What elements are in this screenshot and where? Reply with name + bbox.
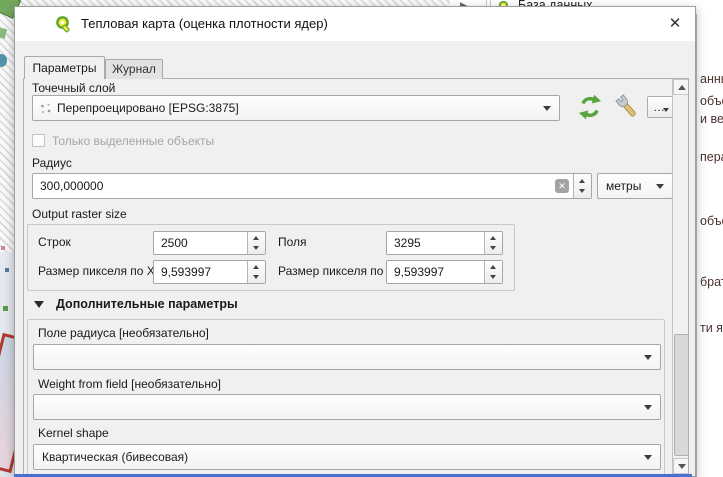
vertical-scrollbar[interactable] [672,79,689,477]
qgis-icon [55,15,73,38]
kernel-shape-label: Kernel shape [38,426,109,440]
scroll-down-button[interactable] [673,458,689,474]
tab-parameters[interactable]: Параметры [24,56,105,79]
spin-buttons[interactable] [247,261,265,283]
advanced-params-header[interactable]: Дополнительные параметры [32,297,432,315]
spin-buttons[interactable] [484,232,502,254]
collapse-triangle-icon [34,301,44,308]
radius-value: 300,000000 [40,179,103,193]
map-feature-dot [5,268,9,272]
browse-dots-button[interactable]: … [647,96,673,118]
clear-icon[interactable]: ✕ [555,179,569,193]
arrow-down-icon [678,464,686,469]
selected-only-row: Только выделенные объекты [24,133,324,149]
advanced-params-title: Дополнительные параметры [56,297,238,311]
clipped-text: анны [700,72,723,86]
pixel-x-label: Размер пикселя по X [38,264,155,278]
chevron-down-icon [644,455,652,460]
iterate-button[interactable] [576,93,604,121]
kernel-shape-value: Квартическая (бивесовая) [42,450,188,464]
chevron-down-icon [663,108,669,112]
close-icon[interactable]: ✕ [663,12,687,36]
radius-spinbox[interactable]: 300,000000 ✕ [32,173,592,199]
selected-only-checkbox[interactable] [32,134,45,147]
rows-spinbox[interactable]: 2500 [153,231,266,255]
rows-label: Строк [38,235,71,249]
pixel-y-spinbox[interactable]: 9,593997 [386,260,503,284]
scroll-up-button[interactable] [673,79,689,95]
chevron-down-icon [656,184,664,189]
map-feature-dot [3,306,8,311]
scrollbar-thumb[interactable] [674,334,689,456]
radius-units-value: метры [606,179,641,193]
cols-label: Поля [278,235,307,249]
cols-value: 3295 [394,236,421,250]
spin-buttons[interactable] [573,174,591,198]
heatmap-kde-dialog: Тепловая карта (оценка плотности ядер) ✕… [14,6,696,477]
chevron-down-icon [543,106,551,111]
radius-field-label: Поле радиуса [необязательно] [38,326,209,340]
clipped-text: пера [700,150,723,164]
radius-label: Радиус [32,156,72,170]
clipped-text: и ве [700,112,723,126]
spin-buttons[interactable] [484,261,502,283]
point-layer-select[interactable]: Перепроецировано [EPSG:3875] [32,95,560,121]
chevron-down-icon [644,355,652,360]
background-panel-right: анны объе и ве пера объе брат ти я [696,0,723,477]
selected-only-label: Только выделенные объекты [52,134,214,148]
clipped-text: объе [700,214,723,228]
pixel-x-spinbox[interactable]: 9,593997 [153,260,266,284]
rows-value: 2500 [161,236,188,250]
radius-field-select[interactable] [33,344,661,370]
spin-buttons[interactable] [247,232,265,254]
dialog-title: Тепловая карта (оценка плотности ядер) [81,16,328,31]
clipped-text: ти я [700,321,723,335]
chevron-down-icon [644,405,652,410]
pixel-x-value: 9,593997 [161,265,211,279]
map-feature-dot [1,246,5,250]
radius-units-select[interactable]: метры [597,173,673,199]
pixel-y-value: 9,593997 [394,265,444,279]
clipped-text: объе [700,94,723,108]
wrench-icon-button[interactable] [613,93,641,121]
point-layer-icon [40,103,52,118]
screen: анны объе и ве пера объе брат ти я ▶ Баз… [0,0,723,477]
weight-field-label: Weight from field [необязательно] [38,377,221,391]
arrow-up-icon [678,85,686,90]
advanced-params-group: Поле радиуса [необязательно] Weight from… [27,319,665,477]
output-raster-size-group: Строк 2500 Поля 3295 Размер пикселя по X… [27,224,515,291]
tab-log[interactable]: Журнал [105,59,163,79]
dialog-titlebar[interactable]: Тепловая карта (оценка плотности ядер) ✕ [15,7,695,41]
cols-spinbox[interactable]: 3295 [386,231,503,255]
output-raster-size-label: Output raster size [32,207,127,221]
point-layer-label: Точечный слой [32,81,115,95]
kernel-shape-select[interactable]: Квартическая (бивесовая) [33,444,661,470]
weight-field-select[interactable] [33,394,661,420]
point-layer-value: Перепроецировано [EPSG:3875] [57,101,239,115]
parameters-pane: Точечный слой Перепроецировано [EPSG:387… [23,78,689,477]
clipped-text: брат [700,275,723,289]
pixel-y-label: Размер пикселя по Y [278,264,395,278]
